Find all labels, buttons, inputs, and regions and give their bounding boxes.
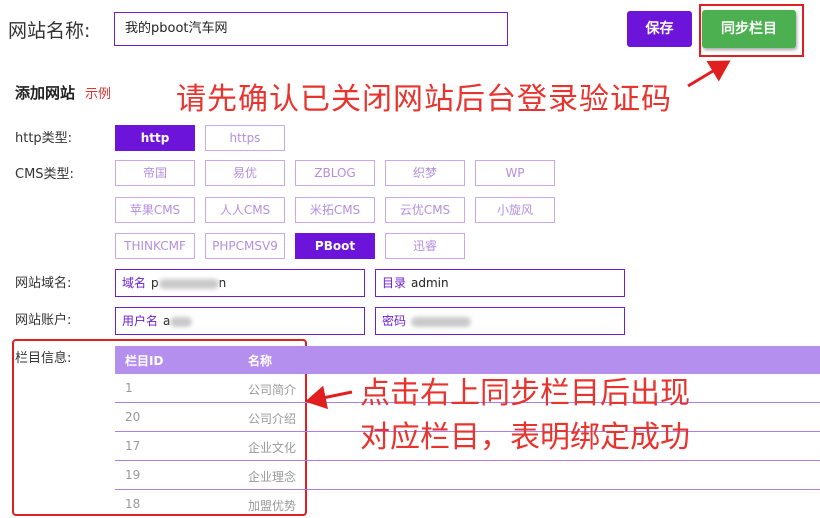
password-field[interactable]: 密码 bbox=[375, 307, 625, 335]
username-redacted bbox=[170, 316, 193, 327]
category-name: 企业文化 bbox=[248, 441, 297, 455]
arrow-to-sync-button bbox=[687, 60, 731, 88]
directory-prefix: 目录 bbox=[382, 276, 407, 290]
directory-value: admin bbox=[411, 276, 449, 290]
add-site-title: 添加网站 bbox=[15, 84, 76, 102]
sync-success-note-line1: 点击右上同步栏目后出现 bbox=[360, 376, 690, 411]
column-header-name: 名称 bbox=[248, 354, 273, 368]
cms-option[interactable]: THINKCMF bbox=[115, 233, 195, 259]
category-id: 19 bbox=[125, 468, 141, 482]
cms-option[interactable]: 苹果CMS bbox=[115, 197, 195, 223]
category-id: 1 bbox=[125, 381, 133, 395]
cms-option[interactable]: PBoot bbox=[295, 233, 375, 259]
cms-option[interactable]: 人人CMS bbox=[205, 197, 285, 223]
domain-prefix: 域名 bbox=[122, 276, 147, 290]
table-row: 18 加盟优势 bbox=[115, 490, 820, 518]
username-field[interactable]: 用户名 a bbox=[115, 307, 365, 335]
category-name: 公司简介 bbox=[248, 383, 297, 397]
sync-success-note-line2: 对应栏目，表明绑定成功 bbox=[360, 420, 690, 455]
cms-option[interactable]: PHPCMSV9 bbox=[205, 233, 285, 259]
https-option[interactable]: https bbox=[205, 125, 285, 151]
cms-option[interactable]: ZBLOG bbox=[295, 160, 375, 186]
cms-type-label: CMS类型: bbox=[15, 167, 74, 182]
category-id: 18 bbox=[125, 497, 141, 511]
category-id: 20 bbox=[125, 410, 141, 424]
cms-option[interactable]: WP bbox=[475, 160, 555, 186]
category-id: 17 bbox=[125, 439, 141, 453]
category-name: 企业理念 bbox=[248, 470, 297, 484]
directory-field[interactable]: 目录 admin bbox=[375, 269, 625, 297]
sync-categories-button[interactable]: 同步栏目 bbox=[702, 10, 796, 48]
column-header-id: 栏目ID bbox=[125, 354, 164, 368]
cms-option[interactable]: 迅睿 bbox=[385, 233, 465, 259]
cms-option[interactable]: 云优CMS bbox=[385, 197, 465, 223]
domain-redacted bbox=[158, 278, 219, 289]
username-value-start: a bbox=[163, 314, 171, 328]
cms-option[interactable]: 帝国 bbox=[115, 160, 195, 186]
table-row: 19 企业理念 bbox=[115, 461, 820, 490]
site-name-label: 网站名称: bbox=[8, 20, 91, 42]
categories-table-header: 栏目ID 名称 bbox=[115, 346, 820, 374]
category-name: 加盟优势 bbox=[248, 499, 297, 513]
password-prefix: 密码 bbox=[382, 314, 407, 328]
sync-success-note: 点击右上同步栏目后出现 对应栏目，表明绑定成功 bbox=[360, 372, 690, 460]
cms-option[interactable]: 小旋风 bbox=[475, 197, 555, 223]
categories-label: 栏目信息: bbox=[15, 351, 72, 366]
domain-field[interactable]: 域名 p n bbox=[115, 269, 365, 297]
domain-value-start: p bbox=[151, 276, 159, 290]
password-redacted bbox=[411, 316, 472, 327]
http-type-label: http类型: bbox=[15, 131, 73, 146]
site-name-input[interactable]: 我的pboot汽车网 bbox=[114, 12, 508, 46]
captcha-warning-note: 请先确认已关闭网站后台登录验证码 bbox=[176, 82, 672, 117]
account-label: 网站账户: bbox=[15, 313, 72, 328]
domain-value-end: n bbox=[218, 276, 227, 290]
cms-option[interactable]: 米拓CMS bbox=[295, 197, 375, 223]
example-link[interactable]: 示例 bbox=[85, 83, 111, 102]
category-name: 公司介绍 bbox=[248, 412, 297, 426]
http-option[interactable]: http bbox=[115, 125, 195, 151]
domain-label: 网站域名: bbox=[15, 276, 72, 291]
cms-option[interactable]: 易优 bbox=[205, 160, 285, 186]
username-prefix: 用户名 bbox=[122, 314, 159, 328]
save-button[interactable]: 保存 bbox=[627, 11, 692, 47]
cms-option[interactable]: 织梦 bbox=[385, 160, 465, 186]
